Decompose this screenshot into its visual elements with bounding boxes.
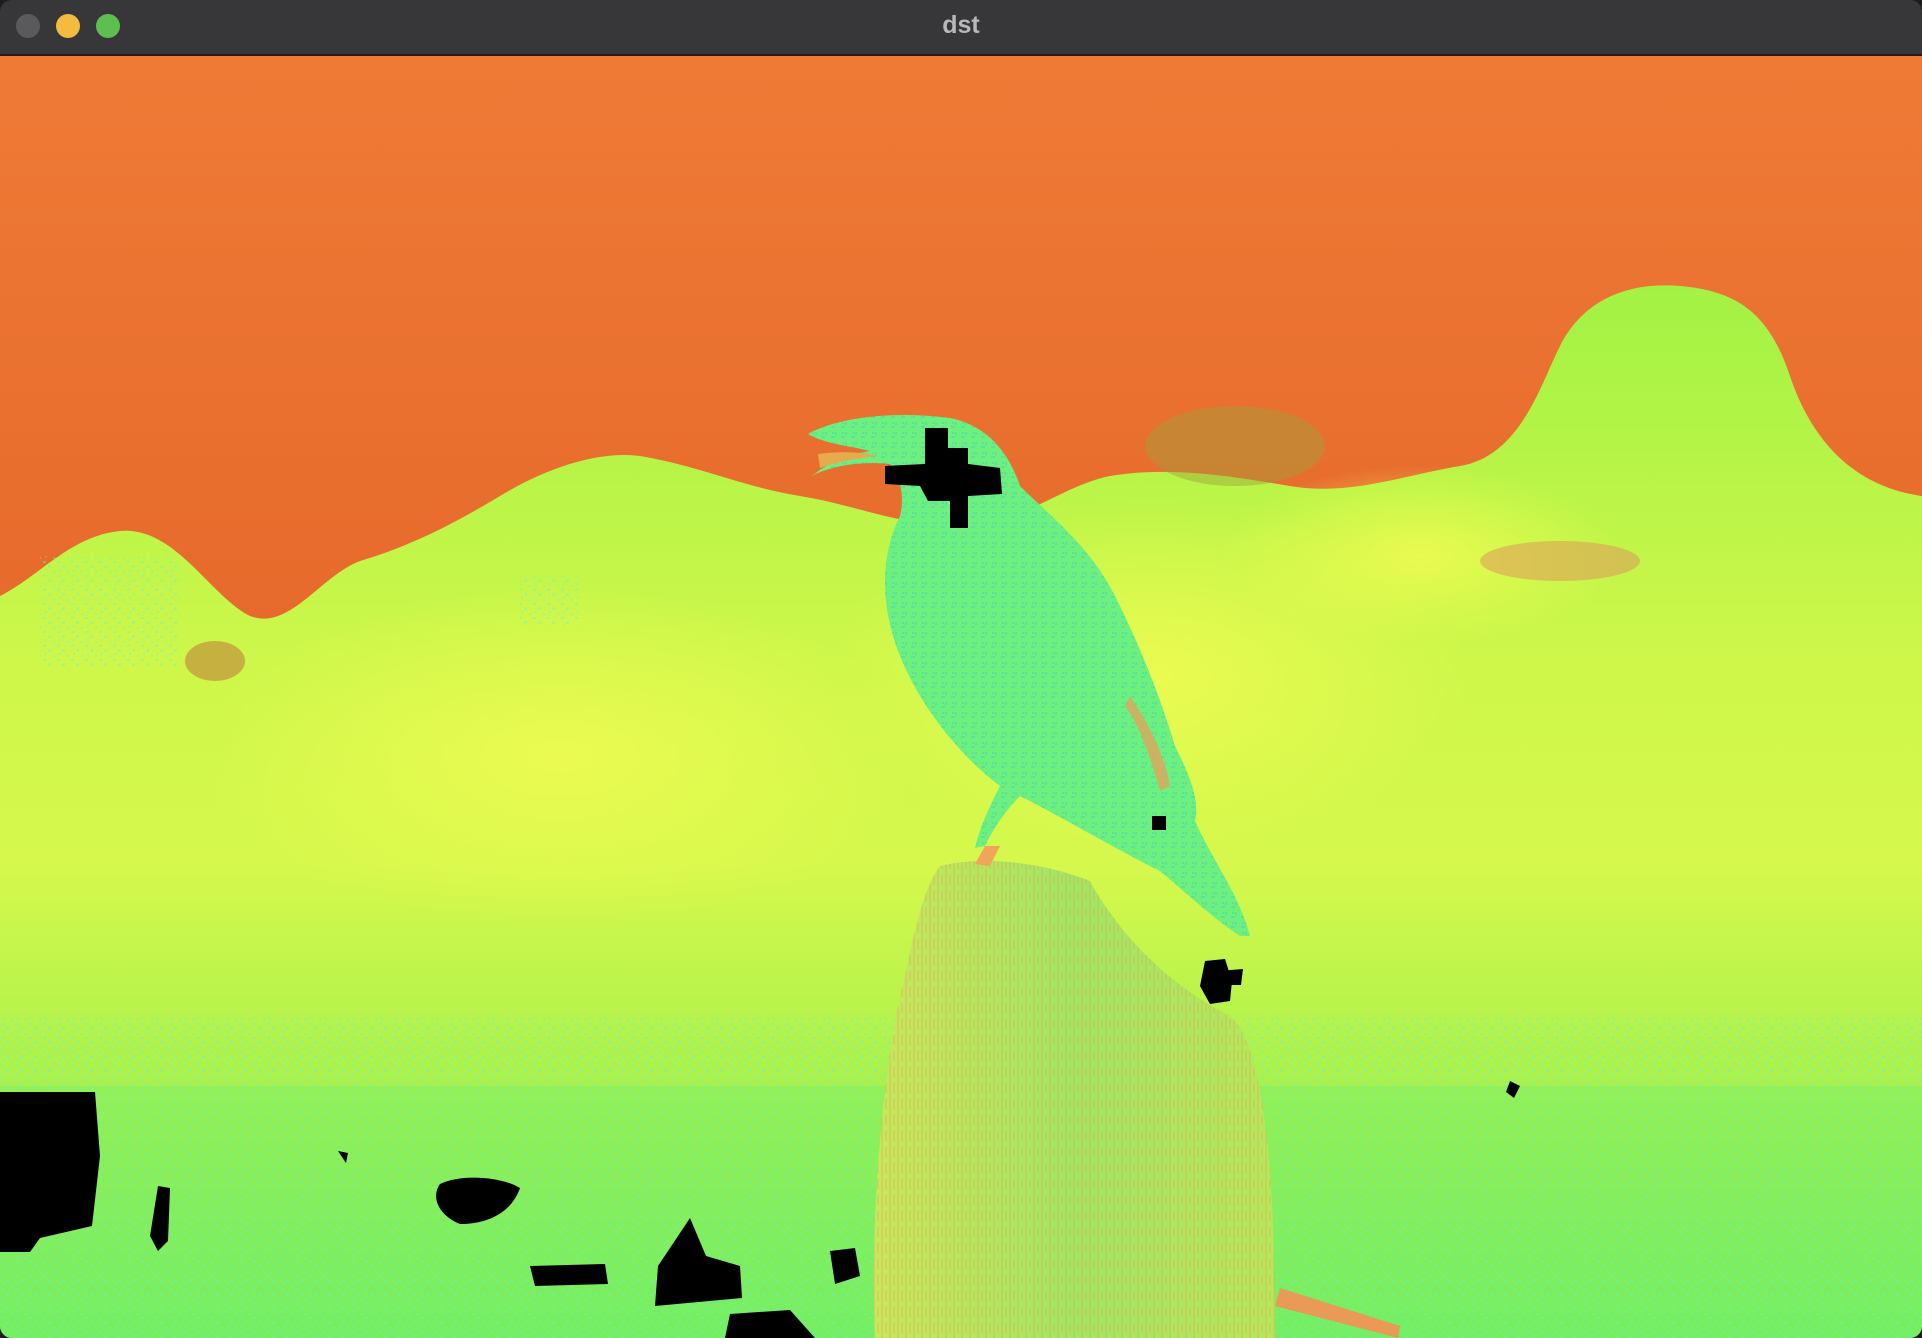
- image-canvas: [0, 56, 1922, 1338]
- window-title: dst: [942, 11, 980, 39]
- title-bar[interactable]: dst: [0, 0, 1922, 56]
- app-window: dst: [0, 0, 1922, 1338]
